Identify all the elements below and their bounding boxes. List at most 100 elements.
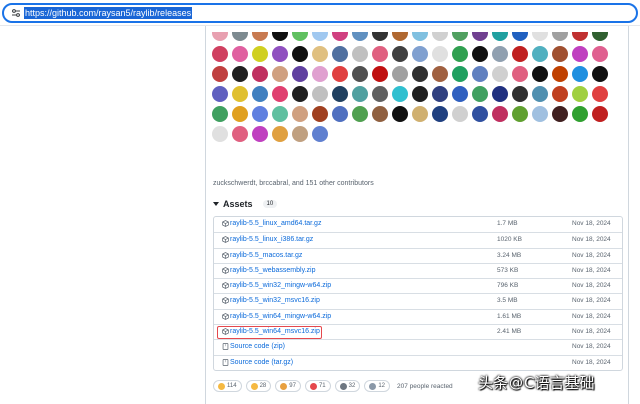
reaction-smile[interactable]: 28: [245, 380, 272, 392]
avatar[interactable]: [292, 46, 308, 62]
avatar[interactable]: [272, 106, 288, 122]
avatar[interactable]: [512, 66, 528, 82]
avatar[interactable]: [312, 86, 328, 102]
reaction-tada[interactable]: 97: [275, 380, 301, 392]
avatar[interactable]: [312, 126, 328, 142]
avatar[interactable]: [252, 32, 268, 41]
avatar[interactable]: [292, 126, 308, 142]
asset-link[interactable]: raylib-5.5_win32_msvc16.zip: [222, 297, 320, 304]
avatar[interactable]: [332, 66, 348, 82]
avatar[interactable]: [492, 66, 508, 82]
avatar[interactable]: [392, 32, 408, 41]
avatar[interactable]: [232, 46, 248, 62]
avatar[interactable]: [472, 66, 488, 82]
avatar[interactable]: [432, 46, 448, 62]
avatar[interactable]: [492, 86, 508, 102]
avatar[interactable]: [452, 32, 468, 41]
avatar[interactable]: [352, 32, 368, 41]
avatar[interactable]: [312, 46, 328, 62]
avatar[interactable]: [392, 86, 408, 102]
avatar[interactable]: [352, 66, 368, 82]
avatar[interactable]: [332, 86, 348, 102]
assets-toggle[interactable]: Assets 10: [213, 199, 278, 209]
avatar[interactable]: [352, 106, 368, 122]
avatar[interactable]: [572, 46, 588, 62]
avatar[interactable]: [432, 86, 448, 102]
source-code-link[interactable]: Source code (tar.gz): [222, 359, 293, 366]
avatar[interactable]: [212, 66, 228, 82]
reaction-eyes[interactable]: 12: [364, 380, 391, 392]
avatar[interactable]: [452, 46, 468, 62]
avatar[interactable]: [472, 86, 488, 102]
avatar[interactable]: [412, 86, 428, 102]
avatar[interactable]: [312, 32, 328, 41]
avatar[interactable]: [452, 66, 468, 82]
avatar[interactable]: [492, 106, 508, 122]
asset-link[interactable]: raylib-5.5_macos.tar.gz: [222, 252, 302, 259]
avatar[interactable]: [412, 66, 428, 82]
avatar[interactable]: [272, 126, 288, 142]
avatar[interactable]: [232, 32, 248, 41]
avatar[interactable]: [552, 106, 568, 122]
avatar[interactable]: [512, 106, 528, 122]
source-code-link[interactable]: Source code (zip): [222, 343, 285, 350]
avatar[interactable]: [272, 86, 288, 102]
avatar[interactable]: [552, 32, 568, 41]
avatar[interactable]: [372, 106, 388, 122]
avatar[interactable]: [332, 32, 348, 41]
avatar[interactable]: [272, 66, 288, 82]
site-settings-icon[interactable]: [10, 7, 22, 19]
avatar[interactable]: [572, 32, 588, 41]
avatar[interactable]: [372, 32, 388, 41]
avatar[interactable]: [492, 46, 508, 62]
avatar[interactable]: [412, 32, 428, 41]
avatar[interactable]: [392, 46, 408, 62]
avatar[interactable]: [452, 106, 468, 122]
avatar[interactable]: [372, 66, 388, 82]
avatar[interactable]: [412, 106, 428, 122]
avatar[interactable]: [292, 86, 308, 102]
avatar[interactable]: [512, 86, 528, 102]
asset-link[interactable]: raylib-5.5_win64_mingw-w64.zip: [222, 313, 331, 320]
avatar[interactable]: [252, 46, 268, 62]
avatar[interactable]: [472, 32, 488, 41]
avatar[interactable]: [592, 46, 608, 62]
avatar[interactable]: [252, 66, 268, 82]
avatar[interactable]: [272, 32, 288, 41]
avatar[interactable]: [532, 32, 548, 41]
avatar[interactable]: [452, 86, 468, 102]
reaction-thumbs-up[interactable]: 114: [213, 380, 242, 392]
avatar[interactable]: [592, 106, 608, 122]
avatar[interactable]: [432, 106, 448, 122]
avatar[interactable]: [272, 46, 288, 62]
reaction-heart[interactable]: 71: [304, 380, 331, 392]
avatar[interactable]: [592, 66, 608, 82]
avatar[interactable]: [212, 46, 228, 62]
avatar[interactable]: [212, 126, 228, 142]
avatar[interactable]: [212, 106, 228, 122]
avatar[interactable]: [532, 46, 548, 62]
avatar[interactable]: [572, 86, 588, 102]
avatar[interactable]: [232, 86, 248, 102]
avatar[interactable]: [532, 106, 548, 122]
avatar[interactable]: [432, 32, 448, 41]
asset-link[interactable]: raylib-5.5_linux_amd64.tar.gz: [222, 220, 321, 227]
avatar[interactable]: [552, 46, 568, 62]
avatar[interactable]: [592, 32, 608, 41]
avatar[interactable]: [312, 66, 328, 82]
avatar[interactable]: [492, 32, 508, 41]
avatar[interactable]: [472, 106, 488, 122]
avatar[interactable]: [552, 66, 568, 82]
avatar[interactable]: [572, 106, 588, 122]
avatar[interactable]: [532, 66, 548, 82]
avatar[interactable]: [332, 106, 348, 122]
avatar[interactable]: [252, 126, 268, 142]
asset-link[interactable]: raylib-5.5_webassembly.zip: [222, 267, 315, 274]
avatar[interactable]: [232, 106, 248, 122]
avatar[interactable]: [512, 46, 528, 62]
avatar[interactable]: [332, 46, 348, 62]
asset-link[interactable]: raylib-5.5_win64_msvc16.zip: [222, 328, 320, 335]
avatar[interactable]: [292, 66, 308, 82]
avatar[interactable]: [512, 32, 528, 41]
avatar[interactable]: [392, 66, 408, 82]
